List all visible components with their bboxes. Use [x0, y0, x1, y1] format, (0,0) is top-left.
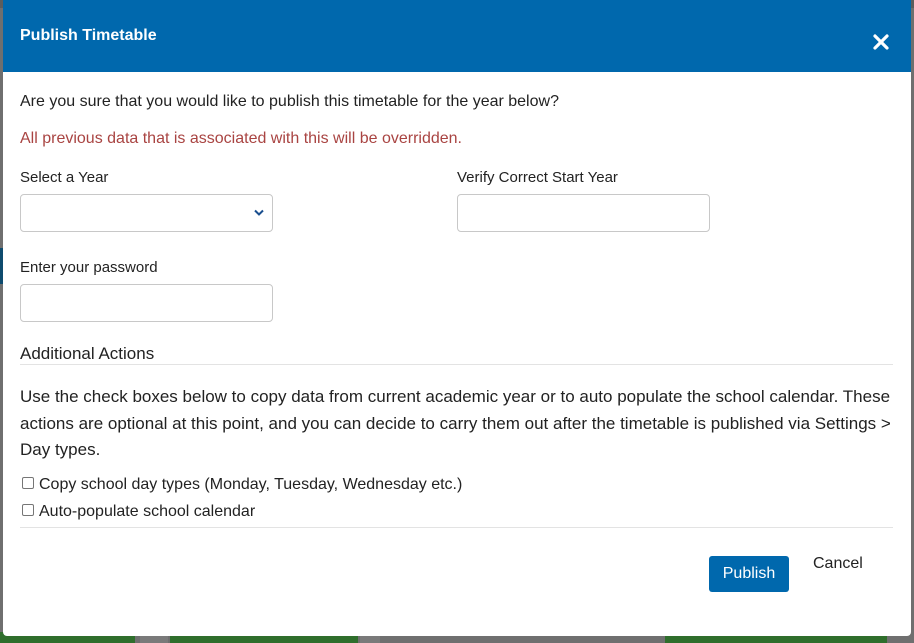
chevron-down-icon: [254, 209, 264, 216]
copy-day-types-checkbox[interactable]: [22, 477, 34, 489]
dialog-header: Publish Timetable: [3, 0, 911, 72]
publish-timetable-dialog: Publish Timetable Are you sure that you …: [3, 0, 911, 636]
password-input[interactable]: [20, 284, 273, 322]
footer-divider: [20, 527, 893, 528]
close-icon: [873, 34, 889, 50]
auto-populate-checkbox[interactable]: [22, 504, 34, 516]
warning-message: All previous data that is associated wit…: [20, 130, 462, 147]
auto-populate-label: Auto-populate school calendar: [39, 503, 256, 520]
verify-year-label: Verify Correct Start Year: [457, 169, 618, 186]
copy-day-types-label: Copy school day types (Monday, Tuesday, …: [39, 476, 463, 493]
verify-year-input[interactable]: [457, 194, 710, 232]
additional-actions-title: Additional Actions: [20, 344, 155, 363]
section-divider: [20, 364, 893, 365]
close-button[interactable]: [867, 28, 895, 56]
password-label: Enter your password: [20, 259, 158, 276]
additional-actions-description: Use the check boxes below to copy data f…: [20, 387, 891, 459]
publish-button[interactable]: Publish: [709, 556, 789, 592]
confirm-question: Are you sure that you would like to publ…: [20, 93, 559, 110]
select-year-label: Select a Year: [20, 169, 109, 186]
dialog-title: Publish Timetable: [20, 27, 157, 44]
year-select[interactable]: [20, 194, 273, 232]
cancel-button[interactable]: Cancel: [813, 555, 863, 573]
